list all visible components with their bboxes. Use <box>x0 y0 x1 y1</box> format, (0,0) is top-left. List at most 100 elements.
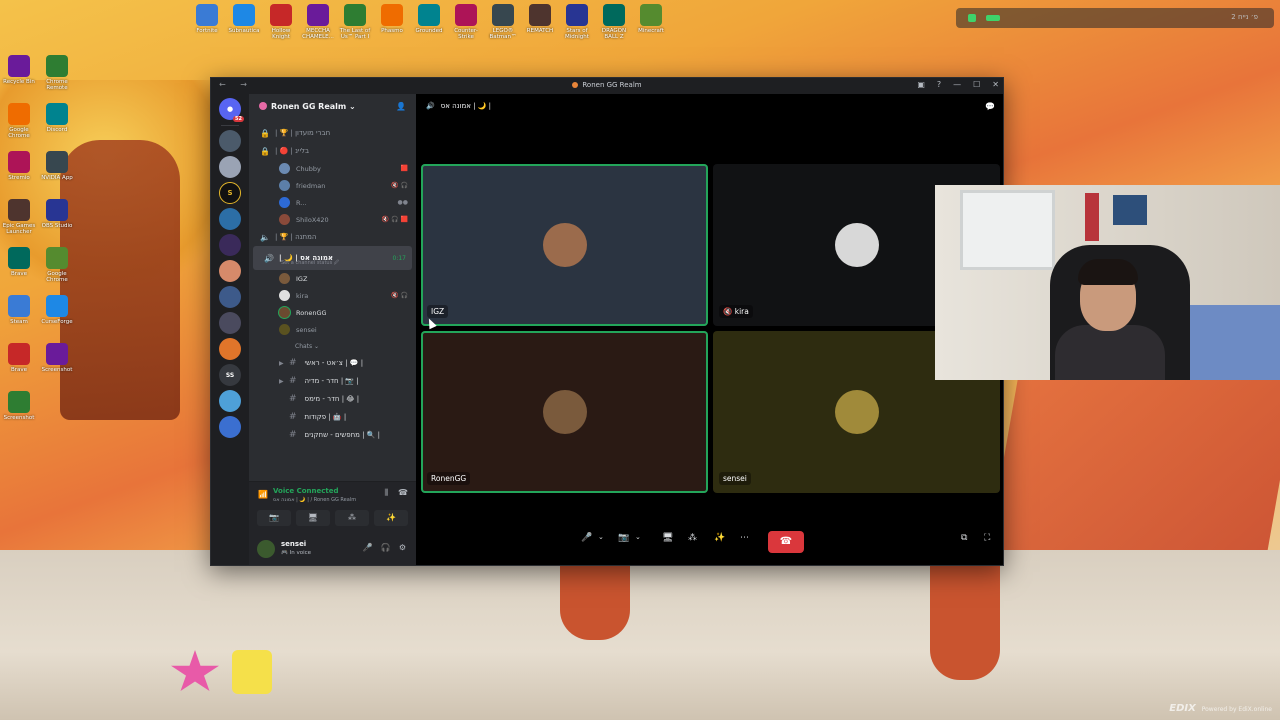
channel-locked[interactable]: 🔒 חברי מועדון | 🏆 | <box>249 124 416 142</box>
desktop-icon[interactable]: CurseForge <box>40 295 74 325</box>
server-icon[interactable] <box>219 390 241 412</box>
desktop-icon[interactable]: Google Chrome <box>2 103 36 139</box>
voice-user-name: IGZ <box>296 274 308 283</box>
guild-header[interactable]: Ronen GG Realm ⌄ 👤 <box>249 94 416 118</box>
desktop-icon[interactable]: Steam <box>2 295 36 325</box>
text-channel[interactable]: # חדר - מימס | 😂 | <box>249 390 416 408</box>
minimize-button[interactable]: — <box>953 80 961 89</box>
text-channel[interactable]: # מחפשים - שחקנים | 🔍 | <box>249 426 416 444</box>
help-icon[interactable]: ? <box>937 80 941 89</box>
screenshare-button[interactable]: 🖥 <box>296 510 330 526</box>
voice-user[interactable]: RonenGG <box>249 304 416 321</box>
text-channel[interactable]: # פקודות | 🤖 | <box>249 408 416 426</box>
server-icon[interactable] <box>219 130 241 152</box>
maximize-button[interactable]: ☐ <box>973 80 980 89</box>
disconnect-icon[interactable]: ☎ <box>398 488 408 498</box>
voice-channel[interactable]: 🔈 המתנה | 🏆 | <box>249 228 416 246</box>
desktop-icon-label: Fortnite <box>196 28 218 34</box>
soundboard-button[interactable]: ✨ <box>374 510 408 526</box>
fullscreen-icon[interactable]: ⛶ <box>984 533 990 543</box>
desktop-icon[interactable]: Google Chrome <box>40 247 74 283</box>
desktop-icon[interactable]: Recycle Bin <box>2 55 36 85</box>
server-icon[interactable]: S <box>219 182 241 204</box>
voice-connected-title[interactable]: Voice Connected <box>273 487 339 495</box>
leave-call-button[interactable]: ☎ <box>768 531 804 553</box>
close-button[interactable]: ✕ <box>992 80 999 89</box>
desktop-icon[interactable]: OBS Studio <box>40 199 74 229</box>
desktop-icon[interactable]: Stars of Midnight <box>560 4 594 40</box>
desktop-widget: 2 פ׳ נייח <box>956 8 1274 28</box>
desktop-icon[interactable]: Phasmo <box>375 4 409 34</box>
server-icon[interactable] <box>219 156 241 178</box>
desktop-icon[interactable]: Discord <box>40 103 74 133</box>
desktop-icon[interactable]: Epic Games Launcher <box>2 199 36 235</box>
noise-suppression-icon[interactable]: ⫼ <box>384 488 388 498</box>
desktop-icon[interactable]: Brave <box>2 343 36 373</box>
server-icon[interactable] <box>219 338 241 360</box>
text-channel[interactable]: ▶ # צ׳אט - ראשי | 💬 | <box>249 354 416 372</box>
desktop-icon[interactable]: Counter-Strike <box>449 4 483 40</box>
desktop-icon[interactable]: Hollow Knight <box>264 4 298 40</box>
desktop-icon[interactable]: Screenshot <box>40 343 74 373</box>
server-icon-ss[interactable]: SS <box>219 364 241 386</box>
gear-icon[interactable]: ⚙ <box>399 543 406 552</box>
headphones-icon[interactable]: 🎧 <box>381 543 391 552</box>
microphone-button[interactable]: 🎤 <box>581 533 592 543</box>
signal-icon[interactable]: 📶 <box>258 490 268 499</box>
voice-user[interactable]: Chubby 🟥 <box>249 160 416 177</box>
video-tile-ronengg[interactable]: RonenGG <box>421 331 708 493</box>
desktop-icon[interactable]: Brave <box>2 247 36 277</box>
video-tile-igz[interactable]: IGZ <box>421 164 708 326</box>
avatar[interactable] <box>257 540 275 558</box>
chevron-down-icon[interactable]: ⌄ <box>598 533 604 541</box>
desktop-icon[interactable]: Stremio <box>2 151 36 181</box>
activities-button[interactable]: ⁂ <box>335 510 369 526</box>
desktop-icon[interactable]: Grounded <box>412 4 446 34</box>
more-options-button[interactable]: ⋯ <box>740 533 749 543</box>
chat-icon[interactable]: 💬 <box>985 102 995 111</box>
desktop-icon-label: Phasmo <box>381 28 403 34</box>
desktop-icon[interactable]: DRAGON BALL Z <box>597 4 631 40</box>
screenshare-button[interactable]: 🖥 <box>662 533 673 543</box>
desktop-icon[interactable]: MECCHA CHAMELE... <box>301 4 335 40</box>
server-icon[interactable] <box>219 208 241 230</box>
category-chats[interactable]: Chats ⌄ <box>249 338 416 354</box>
desktop-icon[interactable]: NVIDIA App <box>40 151 74 181</box>
voice-connected-subtitle[interactable]: אמונה אס | 🌙 | / Ronen GG Realm <box>273 497 356 503</box>
app-icon <box>270 4 292 26</box>
server-icon[interactable] <box>219 312 241 334</box>
server-icon[interactable] <box>219 234 241 256</box>
inbox-icon[interactable]: ▣ <box>917 80 925 89</box>
desktop-icon[interactable]: Screenshot <box>2 391 36 421</box>
voice-channel-active[interactable]: 🔊 אמונה אס | 🌙 | 0:17 Set a channel stat… <box>253 246 412 270</box>
desktop-icon[interactable]: Minecraft <box>634 4 668 34</box>
microphone-icon[interactable]: 🎤 <box>363 543 373 552</box>
camera-button[interactable]: 📷 <box>257 510 291 526</box>
text-channel[interactable]: ▶ # חדר - מדיה | 📷 | <box>249 372 416 390</box>
voice-user[interactable]: IGZ <box>249 270 416 287</box>
home-button[interactable]: ● 52 <box>219 98 244 122</box>
channel-locked[interactable]: 🔒 בליינ | 🔴 | <box>249 142 416 160</box>
voice-user[interactable]: ShiloX420 🔇 🎧 🟥 <box>249 211 416 228</box>
desktop-icon[interactable]: LEGO® Batman™ <box>486 4 520 40</box>
user-panel-icons: 🎤 🎧 ⚙ <box>363 543 406 552</box>
voice-user[interactable]: sensei <box>249 321 416 338</box>
desktop-icon[interactable]: The Last of Us™ Part I <box>338 4 372 40</box>
camera-button[interactable]: 📷 <box>618 533 629 543</box>
desktop-icon[interactable]: Subnautica <box>227 4 261 34</box>
server-icon[interactable] <box>219 260 241 282</box>
server-icon[interactable] <box>219 286 241 308</box>
channel-status[interactable]: Set a channel status 🖉 <box>281 260 339 268</box>
desktop-icon[interactable]: Chrome Remote <box>40 55 74 91</box>
activities-button[interactable]: ⁂ <box>688 533 697 543</box>
voice-user[interactable]: kira 🔇 🎧 <box>249 287 416 304</box>
desktop-icon[interactable]: REMATCH <box>523 4 557 34</box>
desktop-icon[interactable]: Fortnite <box>190 4 224 34</box>
voice-user[interactable]: R... ●● <box>249 194 416 211</box>
chevron-down-icon[interactable]: ⌄ <box>635 533 641 541</box>
soundboard-button[interactable]: ✨ <box>714 533 725 543</box>
add-member-icon[interactable]: 👤 <box>396 102 406 111</box>
server-icon[interactable] <box>219 416 241 438</box>
popout-icon[interactable]: ⧉ <box>961 533 967 543</box>
voice-user[interactable]: friedman 🔇 🎧 <box>249 177 416 194</box>
